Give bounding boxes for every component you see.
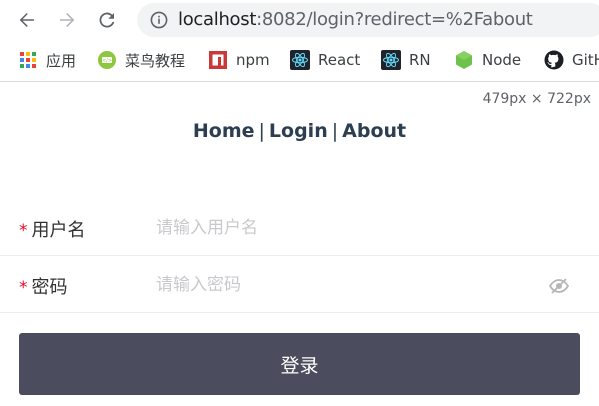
bookmark-label: GitH (572, 51, 599, 69)
login-button[interactable]: 登录 (19, 333, 580, 395)
bookmark-runoob[interactable]: </> 菜鸟教程 (97, 49, 185, 71)
back-button[interactable] (15, 8, 39, 32)
username-input[interactable] (156, 214, 536, 242)
bookmark-label: RN (409, 51, 431, 69)
forward-button[interactable] (55, 8, 79, 32)
password-input[interactable] (156, 271, 536, 299)
reload-button[interactable] (95, 8, 119, 32)
bookmark-label: React (318, 51, 361, 69)
bookmark-label: Node (482, 51, 522, 69)
url-text[interactable]: localhost:8082/login?redirect=%2Fabout (178, 9, 533, 31)
url-path: :8082/login?redirect=%2Fabout (256, 9, 533, 30)
bookmark-label: 菜鸟教程 (125, 51, 186, 70)
username-label-text: 用户名 (31, 220, 86, 241)
bookmark-rn[interactable]: RN (381, 49, 431, 71)
url-host: localhost (178, 9, 257, 30)
required-mark: * (19, 278, 28, 298)
nav-separator: | (331, 120, 339, 142)
react-icon (290, 50, 310, 70)
bookmark-label: npm (236, 51, 270, 69)
nav-login-link[interactable]: Login (269, 120, 328, 142)
reload-icon (99, 12, 115, 28)
bookmark-label: 应用 (46, 51, 77, 70)
browser-toolbar: localhost:8082/login?redirect=%2Fabout (0, 0, 599, 40)
react-native-icon (381, 50, 401, 70)
page-nav: Home | Login | About (0, 120, 599, 142)
eye-closed-icon[interactable] (548, 275, 570, 297)
nav-about-link[interactable]: About (342, 120, 406, 142)
arrow-left-icon (19, 13, 34, 27)
password-label: * 密码 (19, 273, 68, 299)
bookmark-github[interactable]: GitH (544, 49, 599, 71)
nav-home-link[interactable]: Home (193, 120, 255, 142)
username-field: * 用户名 (0, 200, 599, 256)
apps-grid-icon (18, 50, 38, 70)
npm-icon (208, 50, 228, 70)
info-icon[interactable] (150, 11, 168, 29)
password-field: * 密码 (0, 257, 599, 313)
nodejs-icon (454, 50, 474, 70)
viewport-size-readout: 479px × 722px (482, 91, 591, 107)
bookmarks-bar: 应用 </> 菜鸟教程 npm React RN Node GitH (0, 40, 599, 82)
github-icon (544, 50, 564, 70)
arrow-right-icon (60, 13, 75, 27)
bookmark-react[interactable]: React (290, 49, 360, 71)
runoob-icon: </> (97, 50, 117, 70)
bookmark-npm[interactable]: npm (208, 49, 270, 71)
bookmark-node[interactable]: Node (454, 49, 521, 71)
bookmark-apps[interactable]: 应用 (18, 49, 76, 71)
nav-separator: | (258, 120, 265, 142)
password-label-text: 密码 (31, 277, 68, 298)
required-mark: * (19, 221, 28, 241)
username-label: * 用户名 (19, 216, 86, 242)
svg-text:</>: </> (102, 58, 112, 64)
address-bar[interactable]: localhost:8082/login?redirect=%2Fabout (137, 3, 599, 37)
